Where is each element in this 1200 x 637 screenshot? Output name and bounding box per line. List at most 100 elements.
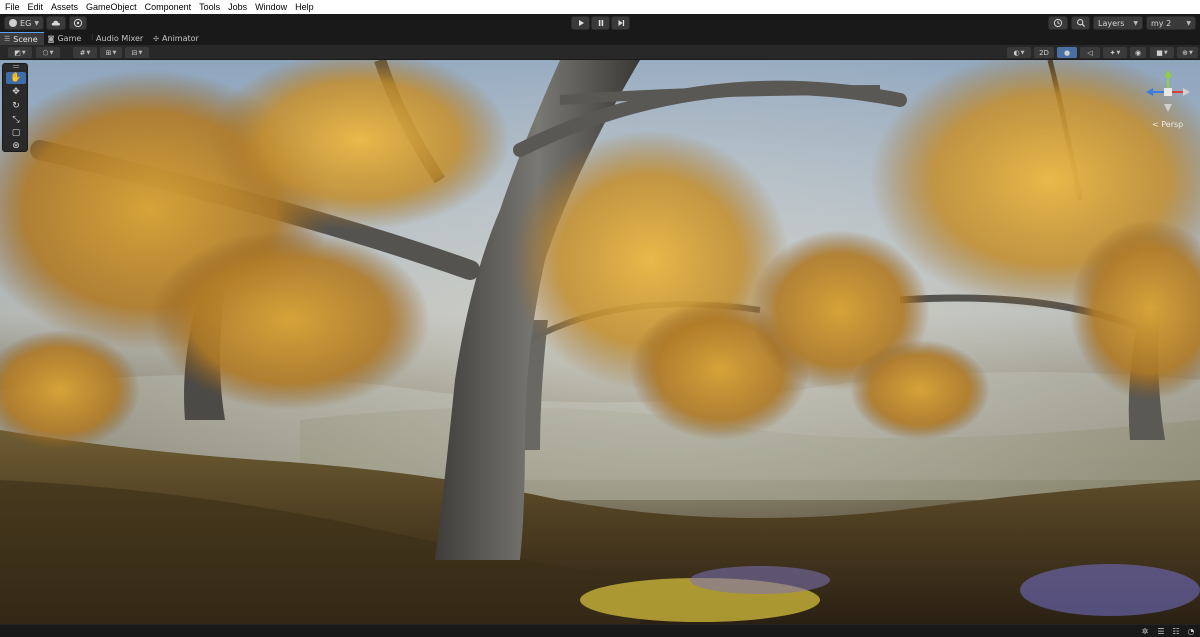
layers-dropdown[interactable]: Layers ▼	[1093, 16, 1143, 30]
menu-file[interactable]: File	[5, 2, 20, 12]
tab-game[interactable]: ◙ Game	[44, 32, 88, 45]
menu-jobs[interactable]: Jobs	[228, 2, 247, 12]
collab-button[interactable]	[69, 16, 87, 30]
audio-mixer-icon: ⫶	[91, 34, 94, 42]
menu-window[interactable]: Window	[255, 2, 287, 12]
account-dropdown[interactable]: EG ▼	[4, 16, 44, 30]
menu-bar: File Edit Assets GameObject Component To…	[0, 0, 1200, 14]
audio-icon: ◁	[1087, 48, 1093, 57]
visibility-toggle[interactable]: ◉	[1130, 47, 1146, 58]
tab-audio-mixer[interactable]: ⫶ Audio Mixer	[87, 32, 149, 45]
audio-toggle[interactable]: ◁	[1080, 47, 1100, 58]
menu-help[interactable]: Help	[295, 2, 314, 12]
chevron-down-icon: ▼	[1020, 49, 1025, 56]
main-toolbar: EG ▼ Layers ▼ my 2 ▼	[0, 14, 1200, 32]
play-button[interactable]	[571, 16, 590, 30]
projection-label[interactable]: < Persp	[1152, 120, 1183, 129]
orientation-gizmo[interactable]	[1140, 68, 1196, 120]
layout-dropdown[interactable]: my 2 ▼	[1146, 16, 1196, 30]
debug-icon[interactable]: ✲	[1140, 627, 1150, 636]
render-mode-dropdown[interactable]: ◐ ▼	[1007, 47, 1031, 58]
status-bar: ✲ ☰ ☷ ◔	[0, 624, 1200, 637]
layers-label: Layers	[1098, 18, 1125, 28]
tab-animator[interactable]: ✣ Animator	[149, 32, 205, 45]
draw-mode-icon: ◩	[14, 48, 21, 57]
cloud-button[interactable]	[46, 16, 66, 30]
chevron-down-icon: ▼	[1163, 49, 1168, 56]
x-neg-cone[interactable]	[1183, 88, 1190, 96]
chevron-down-icon: ▼	[86, 49, 91, 56]
tab-animator-label: Animator	[162, 34, 199, 43]
rotate-icon: ↻	[12, 101, 20, 111]
rotate-tool-button[interactable]: ↻	[6, 100, 26, 112]
move-tool-button[interactable]: ✥	[6, 86, 26, 98]
step-button[interactable]	[611, 16, 630, 30]
light-bulb-icon: ●	[1063, 48, 1071, 57]
tab-audio-mixer-label: Audio Mixer	[96, 34, 144, 43]
tab-scene[interactable]: ☰ Scene	[0, 32, 44, 45]
y-neg-cone[interactable]	[1164, 104, 1172, 112]
cloud-icon	[51, 20, 61, 26]
scale-tool-button[interactable]: ⤡	[6, 114, 26, 126]
collab-icon	[73, 18, 83, 28]
toggle-2d-button[interactable]: 2D	[1034, 47, 1054, 58]
search-icon	[1076, 19, 1085, 28]
chevron-down-icon: ▼	[49, 49, 54, 56]
drag-handle[interactable]	[13, 65, 19, 68]
eye-icon: ◉	[1134, 48, 1142, 57]
transform-icon: ⊛	[12, 141, 20, 151]
menu-gameobject[interactable]: GameObject	[86, 2, 137, 12]
history-button[interactable]	[1048, 16, 1068, 30]
move-icon: ✥	[12, 87, 20, 97]
menu-component[interactable]: Component	[145, 2, 192, 12]
cube-icon: ⬡	[42, 48, 49, 57]
z-axis-cone[interactable]	[1146, 88, 1153, 96]
pivot-dropdown[interactable]: ⊟ ▼	[125, 47, 149, 58]
network-icon[interactable]: ☷	[1171, 627, 1181, 636]
notification-icon[interactable]: ◔	[1186, 627, 1196, 636]
tab-scene-label: Scene	[13, 34, 38, 44]
tab-game-label: Game	[57, 34, 82, 43]
y-axis-cone[interactable]	[1164, 70, 1172, 77]
chevron-down-icon: ▼	[138, 49, 143, 56]
grid-snap-dropdown[interactable]: # ▼	[73, 47, 97, 58]
play-icon	[578, 20, 584, 26]
camera-dropdown[interactable]: ■ ▼	[1150, 47, 1174, 58]
grid-icon: #	[79, 48, 86, 57]
chevron-down-icon: ▼	[1116, 49, 1121, 56]
transform-tool-button[interactable]: ⊛	[6, 140, 26, 152]
snap-increment-dropdown[interactable]: ⊞ ▼	[100, 47, 122, 58]
gizmos-dropdown[interactable]: ⊕ ▼	[1177, 47, 1198, 58]
shading-dropdown[interactable]: ⬡ ▼	[36, 47, 60, 58]
hand-icon: ✋	[10, 73, 22, 83]
effects-icon: ✦	[1109, 48, 1116, 57]
menu-assets[interactable]: Assets	[51, 2, 78, 12]
account-label: EG	[20, 18, 32, 28]
chevron-down-icon: ▼	[1133, 19, 1138, 27]
database-icon[interactable]: ☰	[1156, 627, 1166, 636]
toggle-2d-label: 2D	[1039, 48, 1049, 57]
draw-mode-dropdown[interactable]: ◩ ▼	[8, 47, 32, 58]
effects-dropdown[interactable]: ✦ ▼	[1103, 47, 1127, 58]
pause-button[interactable]	[591, 16, 610, 30]
chevron-down-icon: ▼	[21, 49, 26, 56]
lighting-toggle[interactable]: ●	[1057, 47, 1077, 58]
snap-icon: ⊞	[105, 48, 112, 57]
animator-icon: ✣	[153, 34, 160, 43]
pivot-icon: ⊟	[131, 48, 138, 57]
menu-tools[interactable]: Tools	[199, 2, 220, 12]
hand-tool-button[interactable]: ✋	[6, 72, 26, 84]
search-button[interactable]	[1071, 16, 1090, 30]
pause-icon	[598, 20, 603, 26]
history-icon	[1053, 18, 1063, 28]
menu-edit[interactable]: Edit	[28, 2, 44, 12]
sphere-icon: ◐	[1013, 48, 1020, 57]
globe-icon: ⊕	[1182, 48, 1188, 57]
gizmo-center[interactable]	[1164, 88, 1172, 96]
tab-bar: ☰ Scene ◙ Game ⫶ Audio Mixer ✣ Animator	[0, 32, 1200, 45]
scene-viewport[interactable]	[0, 60, 1200, 624]
rect-tool-button[interactable]: ▢	[6, 127, 26, 139]
step-icon	[618, 20, 624, 26]
chevron-down-icon: ▼	[1189, 49, 1193, 56]
scene-toolbar: ◩ ▼ ⬡ ▼ # ▼ ⊞ ▼ ⊟ ▼ ◐ ▼ 2D ● ◁ ✦ ▼ ◉ ■ ▼ ⊕ ▼	[0, 45, 1200, 60]
